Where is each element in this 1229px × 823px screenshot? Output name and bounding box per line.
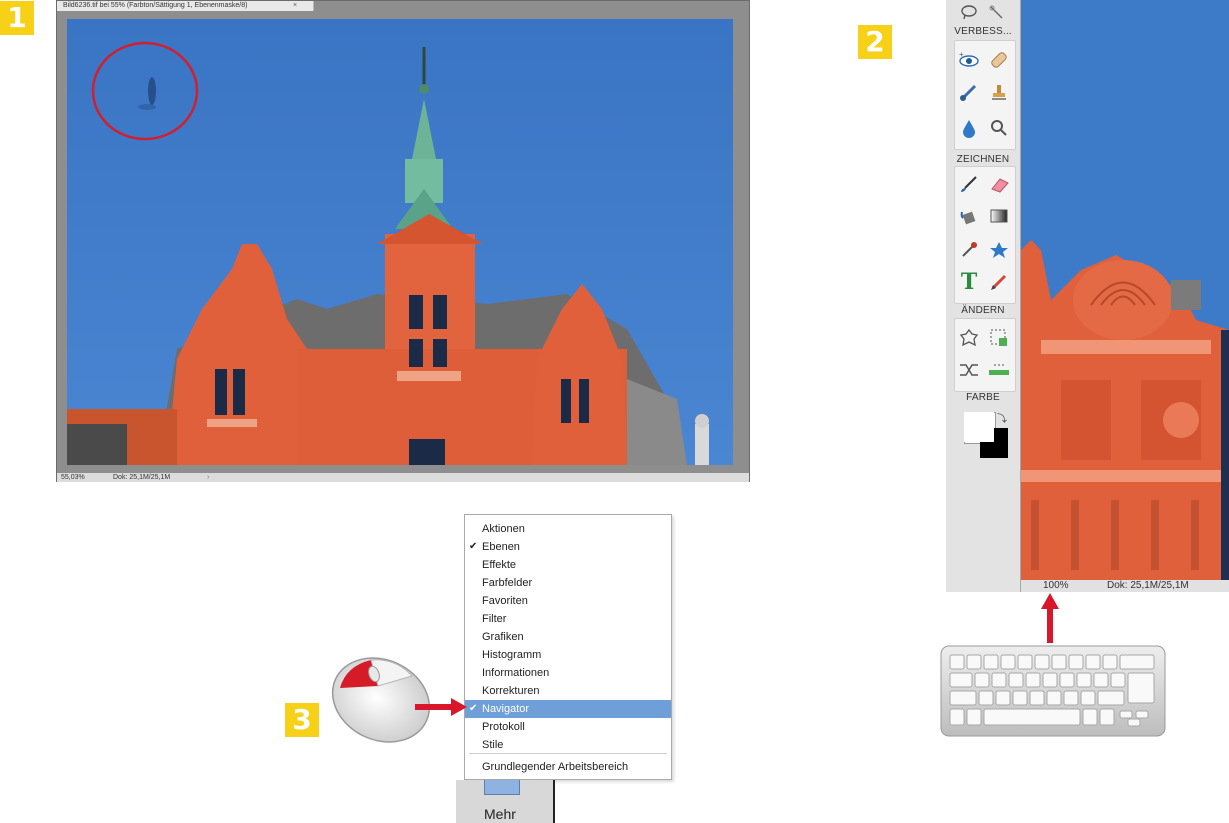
svg-text:+: +	[959, 51, 964, 59]
custom-shape-icon[interactable]	[986, 238, 1012, 262]
menu-item-aktionen[interactable]: Aktionen	[465, 520, 671, 538]
paint-bucket-icon[interactable]	[956, 204, 982, 228]
section-label-verbess: VERBESS...	[954, 26, 1012, 37]
menu-item-label: Grafiken	[482, 631, 524, 643]
menu-item-label: Korrekturen	[482, 685, 540, 697]
document-tab[interactable]: Bild6236.tif bei 55% (Farbton/Sättigung …	[57, 1, 314, 11]
zoom-readout[interactable]: 55,03%	[61, 473, 85, 482]
menu-item-label: Histogramm	[482, 649, 542, 661]
crop-cookie-icon[interactable]	[956, 326, 982, 350]
recompose-icon[interactable]	[986, 326, 1012, 350]
section-label-farbe: FARBE	[966, 392, 1000, 403]
mehr-panel: Mehr	[456, 780, 555, 823]
doc-size: Dok: 25,1M/25,1M	[113, 474, 171, 481]
panel-swatch[interactable]	[484, 780, 520, 795]
spot-healing-icon[interactable]	[986, 48, 1012, 72]
menu-item-effekte[interactable]: Effekte	[465, 556, 671, 574]
document-window-2: VERBESS... + ZEICHNEN T ÄNDERN FARBE ⤵ 1…	[946, 0, 1229, 592]
menu-item-label: Favoriten	[482, 595, 528, 607]
photo-canvas[interactable]	[67, 19, 733, 465]
document-title: Bild6236.tif bei 55% (Farbton/Sättigung …	[63, 2, 248, 9]
menu-item-label: Farbfelder	[482, 577, 533, 589]
menu-item-stile[interactable]: Stile	[465, 736, 671, 754]
menu-item-workspace[interactable]: Grundlegender Arbeitsbereich	[465, 758, 671, 776]
color-swatches[interactable]: ⤵	[964, 412, 1010, 462]
doc-size-2: Dok: 25,1M/25,1M	[1107, 580, 1189, 591]
menu-item-favoriten[interactable]: Favoriten	[465, 592, 671, 610]
swap-colors-icon[interactable]: ⤵	[997, 410, 1007, 425]
menu-item-navigator[interactable]: ✔ Navigator	[465, 700, 671, 718]
magic-wand-icon[interactable]	[984, 0, 1010, 24]
building-photo-zoomed	[1021, 0, 1229, 580]
keyboard-icon	[940, 645, 1166, 737]
step-badge-3: 3	[285, 703, 319, 737]
straighten-icon[interactable]	[986, 358, 1012, 382]
menu-item-informationen[interactable]: Informationen	[465, 664, 671, 682]
menu-item-grafiken[interactable]: Grafiken	[465, 628, 671, 646]
menu-item-protokoll[interactable]: Protokoll	[465, 718, 671, 736]
eraser-icon[interactable]	[986, 172, 1012, 196]
menu-separator	[469, 753, 667, 754]
menu-item-label: Stile	[482, 739, 504, 751]
red-eye-icon[interactable]: +	[956, 48, 982, 72]
photo-canvas-zoomed[interactable]	[1021, 0, 1229, 580]
section-label-zeichnen: ZEICHNEN	[956, 154, 1010, 165]
menu-item-label: Ebenen	[482, 541, 520, 553]
gradient-icon[interactable]	[986, 204, 1012, 228]
close-icon[interactable]: ×	[293, 1, 297, 11]
menu-item-label: Navigator	[482, 703, 530, 715]
menu-item-label: Informationen	[482, 667, 550, 679]
brush-icon[interactable]	[956, 172, 982, 196]
status-arrow-icon[interactable]: ›	[207, 473, 209, 482]
brush-smart-icon[interactable]	[956, 80, 982, 104]
menu-item-label: Effekte	[482, 559, 517, 571]
blur-drop-icon[interactable]	[956, 116, 982, 140]
status-bar-1: 55,03% Dok: 25,1M/25,1M ›	[57, 473, 749, 482]
eyedropper-icon[interactable]	[956, 238, 982, 262]
pencil-icon[interactable]	[986, 270, 1012, 294]
zoom-readout-2[interactable]: 100%	[1043, 580, 1069, 592]
sponge-icon[interactable]	[986, 116, 1012, 140]
step-badge-2: 2	[858, 25, 892, 59]
toolbox-panel: VERBESS... + ZEICHNEN T ÄNDERN FARBE ⤵	[946, 0, 1021, 592]
menu-item-ebenen[interactable]: ✔ Ebenen	[465, 538, 671, 556]
highlight-circle-icon	[91, 41, 199, 141]
menu-item-farbfelder[interactable]: Farbfelder	[465, 574, 671, 592]
panel-menu: Aktionen ✔ Ebenen Effekte Farbfelder Favorite…	[464, 514, 672, 780]
section-label-andern: ÄNDERN	[961, 305, 1005, 316]
menu-item-filter[interactable]: Filter	[465, 610, 671, 628]
checkmark-icon: ✔	[469, 541, 478, 552]
document-window-1: Bild6236.tif bei 55% (Farbton/Sättigung …	[56, 0, 750, 482]
mehr-label[interactable]: Mehr	[484, 806, 516, 822]
lasso-icon[interactable]	[956, 0, 982, 24]
arrow-up-icon	[1041, 593, 1059, 643]
clone-stamp-icon[interactable]	[986, 80, 1012, 104]
arrow-right-icon	[415, 698, 467, 716]
checkmark-icon: ✔	[469, 703, 478, 714]
text-tool-icon[interactable]: T	[956, 269, 982, 295]
status-bar-2: 100% Dok: 25,1M/25,1M	[1021, 580, 1229, 592]
content-move-icon[interactable]	[956, 358, 982, 382]
menu-item-korrekturen[interactable]: Korrekturen	[465, 682, 671, 700]
step-badge-1: 1	[0, 1, 34, 35]
menu-item-label: Protokoll	[482, 721, 525, 733]
menu-item-histogramm[interactable]: Histogramm	[465, 646, 671, 664]
menu-item-label: Aktionen	[482, 523, 525, 535]
menu-item-label: Filter	[482, 613, 507, 625]
